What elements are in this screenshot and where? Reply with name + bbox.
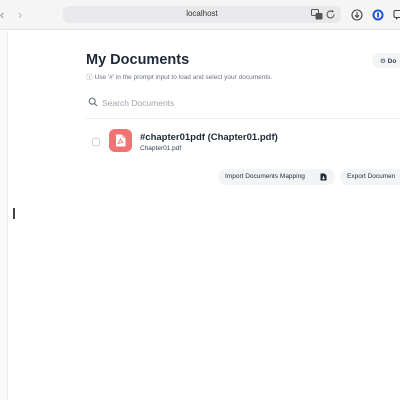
forward-button[interactable]: › <box>14 8 26 22</box>
import-documents-mapping-button[interactable]: Import Documents Mapping <box>218 169 335 185</box>
page-hint-text: Use '#' in the prompt input to load and … <box>94 74 273 81</box>
export-documents-mapping-button[interactable]: Export Documen <box>340 169 400 185</box>
pdf-file-icon <box>109 129 132 152</box>
translate-icon[interactable] <box>311 9 323 20</box>
chevron-left-icon: ‹ <box>0 7 5 22</box>
import-button-label: Import Documents Mapping <box>225 173 305 180</box>
document-title: #chapter01pdf (Chapter01.pdf) <box>140 132 278 143</box>
document-settings-button[interactable]: ⚙ Do <box>372 53 400 68</box>
text-cursor <box>13 208 15 219</box>
document-checkbox[interactable] <box>92 138 100 146</box>
extension-icon[interactable] <box>393 9 400 21</box>
search-icon <box>88 97 98 107</box>
back-button[interactable]: ‹ <box>0 8 8 22</box>
divider <box>86 118 400 119</box>
document-settings-label: Do <box>387 58 397 65</box>
file-import-icon <box>320 173 327 181</box>
chevron-right-icon: › <box>17 7 23 22</box>
url-text: localhost <box>186 9 218 18</box>
download-icon[interactable] <box>351 9 363 21</box>
search-input[interactable] <box>102 96 392 109</box>
address-bar[interactable]: localhost <box>63 6 341 23</box>
document-filename: Chapter01.pdf <box>140 145 182 152</box>
page-title: My Documents <box>86 52 190 68</box>
page-hint: ⓘ Use '#' in the prompt input to load and… <box>86 71 272 81</box>
gear-icon: ⚙ <box>380 58 386 65</box>
browser-toolbar: ‹ › localhost <box>0 0 400 30</box>
password-manager-icon[interactable] <box>372 9 384 21</box>
sidebar <box>0 31 8 400</box>
info-icon: ⓘ <box>86 74 93 81</box>
reload-icon[interactable] <box>325 9 336 20</box>
export-button-label: Export Documen <box>347 173 396 180</box>
